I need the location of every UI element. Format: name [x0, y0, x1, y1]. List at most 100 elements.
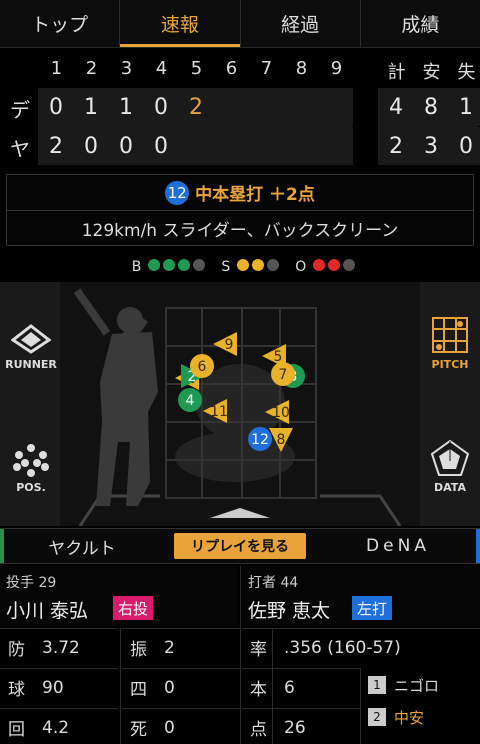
inning-score: 1: [74, 88, 108, 126]
stat-value: 0: [164, 717, 175, 738]
stat-divider: [272, 628, 273, 744]
ball-dot: [163, 259, 176, 271]
batter-stat: 本6: [242, 668, 360, 706]
pitcher-stat: 防 3.72: [0, 628, 118, 666]
batter-stat: 率 .356 (160-57): [242, 628, 480, 666]
pitcher-stat: 四0: [122, 668, 240, 706]
tab-progress[interactable]: 経過: [241, 0, 361, 47]
pitch-mark-9[interactable]: 9: [213, 332, 237, 356]
inning-score: 0: [74, 127, 108, 165]
batter-silhouette: [73, 288, 158, 506]
pitch-number: 12: [251, 432, 269, 448]
stat-key: 球: [8, 680, 25, 700]
inning-score: [319, 127, 353, 165]
radar-chart-icon: [430, 439, 470, 476]
at-bat-number: 1: [368, 676, 386, 694]
at-bat-result: ニゴロ: [394, 676, 440, 695]
positions-icon: [13, 443, 49, 477]
ball-dots: [148, 259, 208, 275]
ball-label: B: [131, 259, 142, 275]
inning-score: [319, 88, 353, 126]
pitch-mark-4[interactable]: 4: [178, 388, 202, 412]
strike-dot: [267, 259, 280, 271]
runner-button[interactable]: RUNNER: [2, 312, 60, 382]
batter-panel: 打者 44 佐野 恵太 左打: [242, 566, 480, 626]
data-button[interactable]: DATA: [420, 436, 480, 496]
total-score: 1: [449, 88, 480, 126]
inning-header: 1: [50, 58, 63, 79]
home-team-name: ヤクルト: [0, 529, 160, 563]
out-dot: [313, 259, 326, 271]
pitch-number: 4: [186, 393, 195, 409]
history-divider: [360, 668, 361, 744]
strike-label: S: [221, 259, 231, 275]
batter-stat: 点 26: [242, 708, 360, 744]
inning-score: 1: [109, 88, 143, 126]
total-score: 4: [379, 88, 413, 126]
pitch-mark-7[interactable]: 7: [271, 362, 295, 386]
pitch-mark-12[interactable]: 12: [248, 427, 272, 451]
pitch-grid-icon: [432, 316, 468, 353]
inning-score: [249, 88, 283, 126]
pitcher-stat: 回 4.2: [0, 708, 118, 744]
at-bat-history-item[interactable]: 1 ニゴロ: [362, 670, 478, 700]
inning-score: [284, 127, 318, 165]
team-row-label: デ: [10, 98, 30, 122]
ball-dot: [178, 259, 191, 271]
inning-score: 0: [144, 88, 178, 126]
pitcher-panel: 投手 29 小川 泰弘 右投: [0, 566, 238, 626]
pitch-number: 11: [210, 404, 228, 420]
play-detail: 129km/h スライダー、バックスクリーン: [81, 220, 399, 241]
inning-header: 4: [155, 58, 168, 79]
stat-key: 死: [130, 720, 147, 740]
pos-label: POS.: [16, 480, 46, 494]
pitch-button[interactable]: PITCH: [420, 310, 480, 376]
tab-stats[interactable]: 成績: [361, 0, 480, 47]
stat-key: 振: [130, 640, 147, 660]
data-label: DATA: [434, 480, 466, 494]
out-dot: [328, 259, 341, 271]
inning-score: 0: [144, 127, 178, 165]
runner-label: RUNNER: [5, 357, 57, 371]
panel-divider: [240, 566, 241, 744]
stat-value: .356 (160-57): [284, 637, 401, 658]
at-bat-history-item[interactable]: 2 中安: [362, 702, 478, 732]
pitcher-stat: 球 90: [0, 668, 118, 706]
pitch-number: 6: [198, 359, 207, 375]
tab-top[interactable]: トップ: [0, 0, 121, 47]
inning-score: [249, 127, 283, 165]
pos-button[interactable]: POS.: [2, 438, 60, 498]
stat-value: 90: [42, 677, 64, 698]
stat-value: 26: [284, 717, 306, 738]
inning-score: 2: [39, 127, 73, 165]
stat-value: 3.72: [42, 637, 80, 658]
stat-key: 四: [130, 680, 147, 700]
inning-header: 9: [330, 58, 343, 79]
pitch-field: 123456789101112: [60, 282, 420, 526]
tab-live[interactable]: 速報: [120, 0, 241, 47]
inning-header: 8: [295, 58, 308, 79]
pitch-number: 10: [272, 405, 290, 421]
batter-name[interactable]: 佐野 恵太: [248, 596, 330, 623]
pitch-mark-6[interactable]: 6: [190, 354, 214, 378]
inning-score: 2: [179, 88, 213, 126]
batter-hand-badge: 左打: [352, 596, 393, 620]
stat-value: 2: [164, 637, 175, 658]
replay-button[interactable]: リプレイを見る: [174, 533, 306, 559]
totals-header: 失: [457, 62, 476, 83]
pitch-number: 8: [277, 432, 286, 448]
pitch-number: 7: [279, 367, 288, 383]
pitcher-name[interactable]: 小川 泰弘: [6, 596, 88, 623]
out-dots: [313, 259, 358, 275]
play-title: 中本塁打 ＋2点: [195, 185, 315, 205]
totals-header: 安: [422, 62, 441, 83]
inning-header: 6: [225, 58, 238, 79]
top-tabs: トップ 速報 経過 成績: [0, 0, 480, 48]
pitcher-stat: 死0: [122, 708, 240, 744]
out-dot: [343, 259, 356, 271]
inning-header: 2: [85, 58, 98, 79]
stat-key: 回: [8, 720, 25, 740]
inning-score: 0: [39, 88, 73, 126]
pitch-location-chart: 123456789101112: [73, 288, 402, 526]
team-row-label: ヤ: [10, 137, 30, 161]
